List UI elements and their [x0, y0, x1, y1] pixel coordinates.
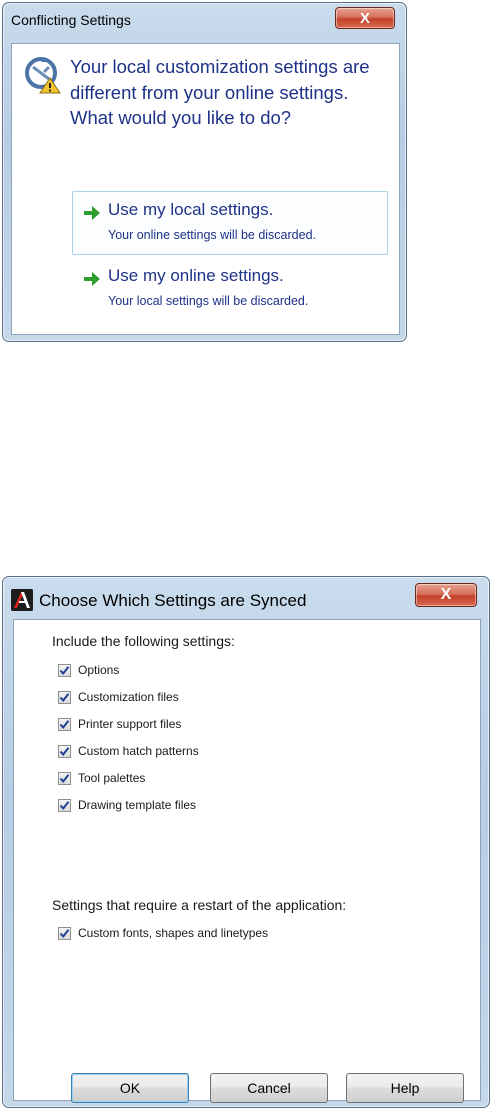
checkbox-checked-icon[interactable]: [58, 926, 71, 940]
checkbox-drawing-template-files[interactable]: Drawing template files: [58, 796, 196, 814]
include-settings-heading: Include the following settings:: [52, 633, 235, 649]
cancel-button[interactable]: Cancel: [210, 1073, 328, 1103]
checkbox-label: Custom fonts, shapes and linetypes: [78, 926, 269, 940]
checkbox-label: Customization files: [78, 690, 179, 704]
checkbox-label: Tool palettes: [78, 771, 146, 785]
use-local-settings-option[interactable]: Use my local settings. Your online setti…: [72, 191, 388, 255]
option-description: Your online settings will be discarded.: [108, 228, 316, 242]
option-title: Use my online settings.: [108, 266, 284, 285]
checkbox-label: Printer support files: [78, 717, 182, 731]
green-arrow-icon: [84, 206, 100, 220]
green-arrow-icon: [84, 272, 100, 286]
checkbox-label: Custom hatch patterns: [78, 744, 199, 758]
close-button[interactable]: X: [335, 7, 395, 29]
dialog-title: Choose Which Settings are Synced: [39, 591, 307, 610]
close-icon: X: [440, 586, 452, 603]
choose-synced-settings-dialog: Choose Which Settings are Synced X Inclu…: [2, 576, 490, 1108]
dialog-content: Your local customization settings are di…: [11, 43, 400, 335]
conflict-question: Your local customization settings are di…: [70, 56, 370, 128]
checkbox-printer-support-files[interactable]: Printer support files: [58, 715, 181, 733]
checkbox-checked-icon[interactable]: [58, 690, 71, 704]
checkbox-label: Options: [78, 663, 120, 677]
close-button[interactable]: X: [415, 583, 477, 607]
checkbox-custom-fonts-shapes-linetypes[interactable]: Custom fonts, shapes and linetypes: [58, 924, 268, 942]
checkbox-checked-icon[interactable]: [58, 771, 71, 785]
conflicting-settings-dialog: Conflicting Settings X Your local custom…: [2, 2, 407, 342]
close-icon: X: [359, 9, 370, 27]
dialog-content: Include the following settings: Options …: [13, 619, 481, 1103]
restart-settings-heading: Settings that require a restart of the a…: [52, 897, 347, 913]
help-button[interactable]: Help: [346, 1073, 464, 1103]
option-title: Use my local settings.: [108, 200, 274, 219]
checkbox-checked-icon[interactable]: [58, 717, 71, 731]
checkbox-tool-palettes[interactable]: Tool palettes: [58, 769, 145, 787]
checkbox-custom-hatch-patterns[interactable]: Custom hatch patterns: [58, 742, 199, 760]
sync-warning-icon: [25, 57, 61, 94]
option-description: Your local settings will be discarded.: [108, 294, 309, 308]
checkbox-customization-files[interactable]: Customization files: [58, 688, 179, 706]
checkbox-checked-icon[interactable]: [58, 798, 71, 812]
checkbox-checked-icon[interactable]: [58, 663, 71, 677]
checkbox-options[interactable]: Options: [58, 661, 119, 679]
checkbox-label: Drawing template files: [78, 798, 197, 812]
dialog-title: Conflicting Settings: [11, 12, 131, 28]
app-logo-icon: [11, 589, 33, 611]
ok-button[interactable]: OK: [71, 1073, 189, 1103]
checkbox-checked-icon[interactable]: [58, 744, 71, 758]
use-online-settings-option[interactable]: Use my online settings. Your local setti…: [72, 257, 388, 321]
